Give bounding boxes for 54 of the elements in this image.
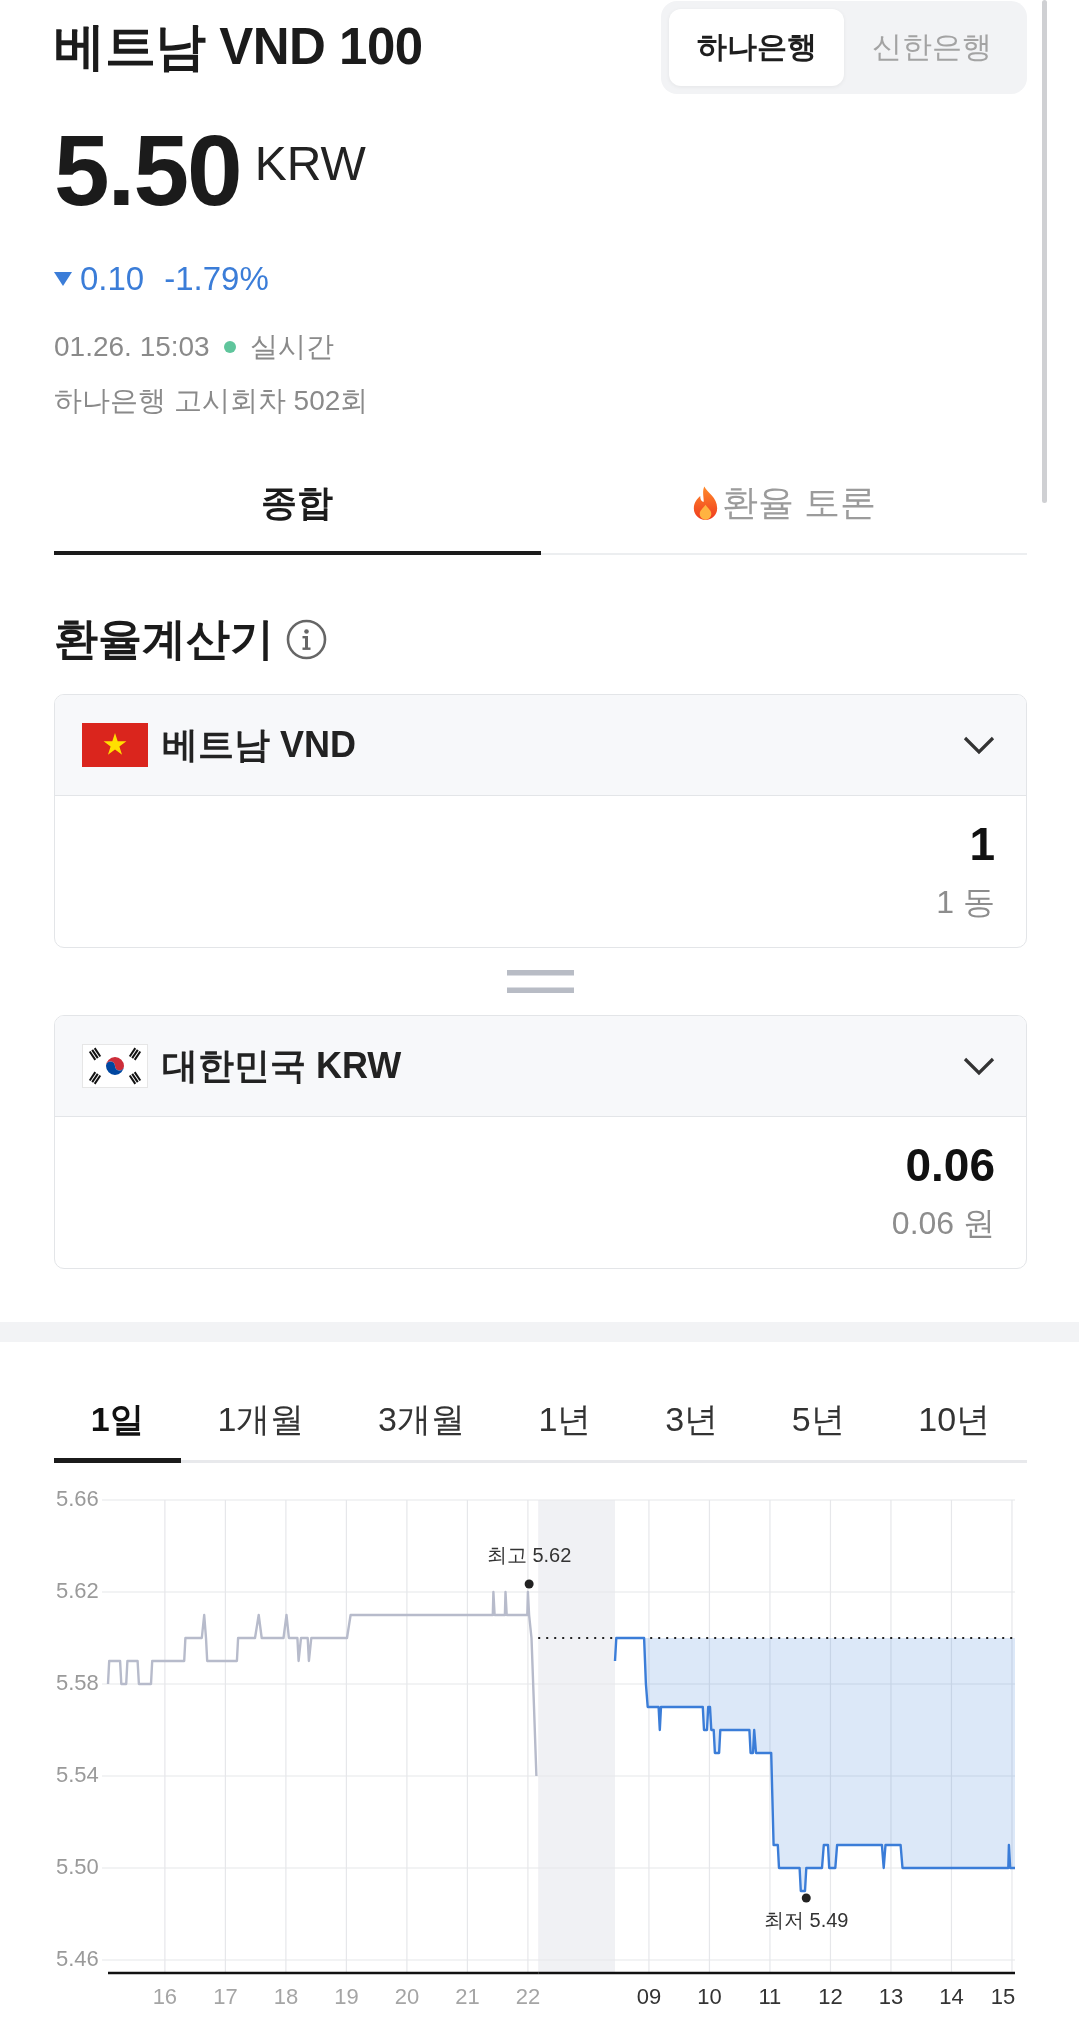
notice-round: 하나은행 고시회차 502회 <box>54 384 370 418</box>
x-axis-label: 21 <box>455 1983 480 2009</box>
x-axis-label: 11 <box>758 1983 782 2009</box>
amount-input[interactable]: 1 <box>86 818 995 870</box>
period-tab[interactable]: 1년 <box>501 1397 629 1463</box>
currency-select[interactable]: 베트남 VND <box>55 695 1026 796</box>
page-title: 베트남 VND 100 <box>54 16 423 77</box>
x-axis-label: 16 <box>152 1983 178 2009</box>
x-axis-label: 15 <box>990 1983 1016 2009</box>
x-axis-label: 13 <box>878 1983 904 2009</box>
korea-flag-icon <box>82 1044 148 1088</box>
y-axis-label: 5.62 <box>56 1577 99 1603</box>
period-tab[interactable]: 1개월 <box>180 1397 342 1463</box>
x-axis-label: 17 <box>213 1983 238 2009</box>
bank-tab[interactable]: 하나은행 <box>669 9 844 86</box>
equals-icon <box>507 970 574 993</box>
y-axis-label: 5.54 <box>56 1761 99 1787</box>
currency-select[interactable]: 대한민국 KRW <box>55 1016 1026 1117</box>
y-axis-label: 5.46 <box>56 1945 99 1971</box>
section-title: 환율계산기 <box>54 614 274 664</box>
period-tab[interactable]: 3년 <box>628 1397 755 1463</box>
vietnam-flag-icon <box>82 723 148 767</box>
period-tab[interactable]: 3개월 <box>341 1397 502 1463</box>
x-axis-label: 22 <box>515 1983 541 2009</box>
y-axis-label: 5.58 <box>56 1669 99 1695</box>
x-axis-label: 14 <box>939 1983 964 2009</box>
period-tab[interactable]: 1일 <box>54 1397 181 1463</box>
low-label: 최저 5.49 <box>764 1909 849 1932</box>
y-axis-label: 5.66 <box>56 1485 99 1511</box>
x-axis-label: 18 <box>273 1983 299 2009</box>
period-tab[interactable]: 10년 <box>881 1397 1027 1463</box>
marker-dot-icon <box>801 1893 811 1903</box>
change-percent: -1.79% <box>164 259 269 299</box>
amount-input[interactable]: 0.06 <box>86 1139 995 1191</box>
amount-reading: 0.06 원 <box>891 1204 995 1243</box>
x-axis-label: 10 <box>697 1983 722 2009</box>
update-time: 01.26. 15:03 <box>54 330 210 364</box>
section-tab[interactable]: 종합 <box>54 455 541 555</box>
high-label: 최고 5.62 <box>486 1544 572 1567</box>
chevron-down-icon <box>963 735 995 755</box>
exchange-rate: 5.50 <box>54 120 241 220</box>
y-axis-label: 5.50 <box>56 1853 99 1879</box>
x-axis-label: 09 <box>636 1983 662 2009</box>
x-axis-label: 12 <box>818 1983 843 2009</box>
live-label: 실시간 <box>249 330 334 364</box>
currency-code: KRW <box>254 140 366 188</box>
amount-reading: 1 동 <box>936 883 995 922</box>
info-icon[interactable] <box>286 618 327 660</box>
change-amount: 0.10 <box>80 259 145 299</box>
x-axis-label: 19 <box>334 1983 359 2009</box>
marker-dot-icon <box>524 1579 534 1589</box>
chevron-down-icon <box>963 1056 995 1076</box>
x-axis-label: 20 <box>394 1983 420 2009</box>
period-tab[interactable]: 5년 <box>754 1397 882 1463</box>
